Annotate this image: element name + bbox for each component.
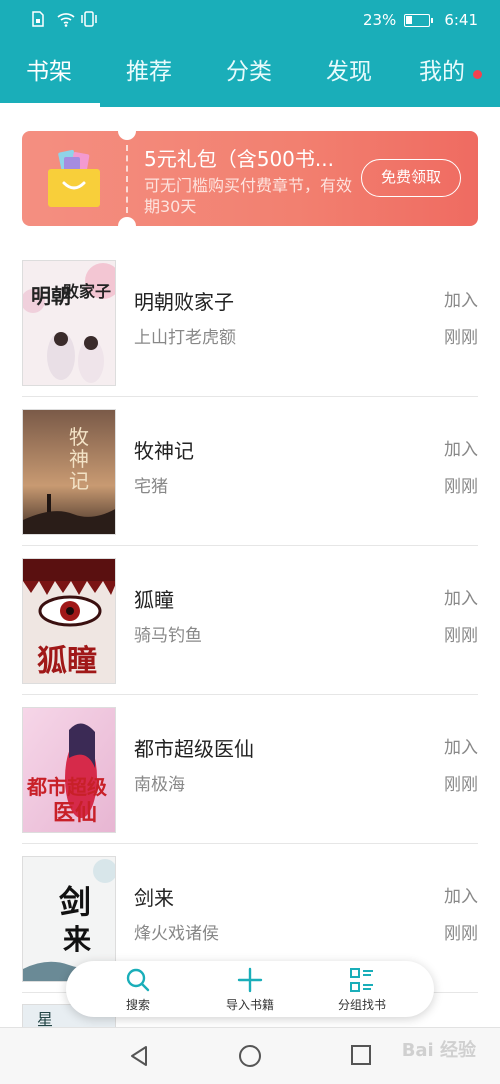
tab-discover[interactable]: 发现 xyxy=(326,52,372,86)
status-bar: 23% 6:41 xyxy=(0,0,500,40)
book-title: 都市超级医仙 xyxy=(134,737,254,761)
book-row[interactable]: 都市超级 医仙 都市超级医仙 南极海 加入 刚刚 xyxy=(22,695,478,844)
svg-text:来: 来 xyxy=(63,924,91,956)
svg-text:神: 神 xyxy=(69,448,89,471)
bookshelf-toolbar: 搜索 导入书籍 分组找书 xyxy=(66,961,434,1017)
search-label: 搜索 xyxy=(125,998,150,1012)
read-time: 刚刚 xyxy=(444,924,478,944)
read-time: 刚刚 xyxy=(444,477,478,497)
add-to-shelf-button[interactable]: 加入 xyxy=(444,286,478,311)
gift-banner[interactable]: 5元礼包（含500书... 可无门槛购买付费章节，有效期30天 免费领取 xyxy=(22,131,478,226)
add-to-shelf-button[interactable]: 加入 xyxy=(444,584,478,609)
svg-text:剑: 剑 xyxy=(59,884,91,920)
book-author: 上山打老虎额 xyxy=(134,328,236,348)
read-time: 刚刚 xyxy=(444,775,478,795)
add-to-shelf-button[interactable]: 加入 xyxy=(444,435,478,460)
import-label: 导入书籍 xyxy=(225,998,274,1012)
clock: 6:41 xyxy=(444,11,478,29)
vibrate-icon xyxy=(80,11,97,27)
svg-text:牧: 牧 xyxy=(69,426,89,449)
recent-apps-icon[interactable] xyxy=(350,1044,372,1070)
book-row[interactable]: 牧 神 记 牧神记 宅猪 加入 刚刚 xyxy=(22,397,478,546)
svg-text:记: 记 xyxy=(69,470,89,493)
svg-text:星: 星 xyxy=(37,1012,53,1027)
back-icon[interactable] xyxy=(128,1044,150,1072)
book-row[interactable]: 狐瞳 狐瞳 骑马钓鱼 加入 刚刚 xyxy=(22,546,478,695)
list-group-icon xyxy=(350,968,373,992)
import-books-button[interactable]: 导入书籍 xyxy=(190,961,310,1017)
app-header: 23% 6:41 书架 推荐 分类 发现 我的 xyxy=(0,0,500,107)
claim-free-button[interactable]: 免费领取 xyxy=(361,159,461,197)
top-tabs: 书架 推荐 分类 发现 我的 xyxy=(0,52,500,100)
notification-dot xyxy=(473,70,482,79)
search-icon xyxy=(126,968,150,992)
book-title: 明朝败家子 xyxy=(134,290,234,314)
book-author: 南极海 xyxy=(134,775,185,795)
book-cover[interactable]: 都市超级 医仙 xyxy=(22,707,116,833)
search-button[interactable]: 搜索 xyxy=(78,961,198,1017)
tab-indicator xyxy=(0,103,100,107)
wifi-icon xyxy=(56,11,75,27)
banner-title: 5元礼包（含500书... xyxy=(144,147,334,171)
read-time: 刚刚 xyxy=(444,328,478,348)
book-cover[interactable]: 狐瞳 xyxy=(22,558,116,684)
watermark-logo: Bai 经验 xyxy=(401,1040,476,1061)
book-author: 宅猪 xyxy=(134,477,168,497)
tab-category[interactable]: 分类 xyxy=(226,52,272,86)
book-title: 剑来 xyxy=(134,886,174,910)
add-to-shelf-button[interactable]: 加入 xyxy=(444,733,478,758)
book-cover[interactable]: 明朝 败家子 xyxy=(22,260,116,386)
book-row[interactable]: 明朝 败家子 明朝败家子 上山打老虎额 加入 刚刚 xyxy=(22,248,478,397)
book-author: 烽火戏诸侯 xyxy=(134,924,219,944)
group-find-button[interactable]: 分组找书 xyxy=(302,961,422,1017)
plus-icon xyxy=(237,967,263,993)
read-time: 刚刚 xyxy=(444,626,478,646)
tab-mine[interactable]: 我的 xyxy=(419,52,465,86)
svg-text:败家子: 败家子 xyxy=(63,282,111,301)
battery-percent: 23% xyxy=(362,11,397,29)
book-cover[interactable]: 牧 神 记 xyxy=(22,409,116,535)
book-author: 骑马钓鱼 xyxy=(134,626,202,646)
book-title: 狐瞳 xyxy=(134,588,174,612)
battery-icon xyxy=(404,13,434,27)
banner-description: 可无门槛购买付费章节，有效期30天 xyxy=(144,176,353,216)
book-title: 牧神记 xyxy=(134,439,194,463)
ticket-divider xyxy=(126,145,128,213)
gift-bag-icon xyxy=(46,149,102,209)
home-icon[interactable] xyxy=(238,1044,262,1072)
tab-bookshelf[interactable]: 书架 xyxy=(26,52,72,86)
svg-text:医仙: 医仙 xyxy=(53,800,97,825)
sim-icon xyxy=(32,11,48,27)
svg-text:狐瞳: 狐瞳 xyxy=(37,644,97,678)
tab-recommend[interactable]: 推荐 xyxy=(126,52,172,86)
add-to-shelf-button[interactable]: 加入 xyxy=(444,882,478,907)
ticket-notch-top xyxy=(118,131,136,140)
svg-text:都市超级: 都市超级 xyxy=(26,775,107,799)
group-label: 分组找书 xyxy=(337,998,386,1012)
ticket-notch-bottom xyxy=(118,217,136,226)
